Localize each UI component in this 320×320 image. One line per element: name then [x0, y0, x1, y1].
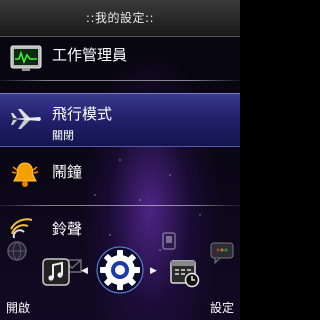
title-bar: ::我的設定::	[0, 0, 240, 37]
chevron-right-icon[interactable]: ▶	[150, 266, 157, 276]
screen: ::我的設定:: 工作管理員 飛行模式 關閉 鬧鐘 鈴聲 ◀ ▶ 開啟 設定	[0, 0, 240, 320]
menu-item-alarm[interactable]: 鬧鐘	[0, 153, 240, 201]
settings-softkey[interactable]: 設定	[210, 299, 234, 316]
divider	[0, 80, 240, 81]
chat-icon[interactable]	[210, 242, 234, 268]
alarm-bell-icon	[10, 159, 40, 193]
task-manager-monitor-icon	[10, 45, 42, 77]
music-icon[interactable]	[42, 258, 70, 290]
flight-mode-status: 關閉	[52, 129, 74, 142]
airplane-icon	[10, 108, 42, 134]
divider	[0, 205, 240, 206]
chevron-left-icon[interactable]: ◀	[81, 266, 88, 276]
globe-icon[interactable]	[6, 240, 28, 266]
open-softkey[interactable]: 開啟	[6, 299, 30, 316]
phone-icon[interactable]	[162, 232, 176, 254]
app-dock: ◀ ▶	[0, 232, 240, 302]
page-title: ::我的設定::	[85, 11, 155, 25]
menu-item-label: 鬧鐘	[52, 163, 83, 181]
menu-item-flight-mode[interactable]: 飛行模式 關閉	[0, 93, 240, 147]
settings-gear-icon[interactable]	[96, 246, 144, 298]
menu-item-label: 工作管理員	[52, 46, 128, 64]
calendar-clock-icon[interactable]	[170, 258, 200, 292]
menu-item-label: 飛行模式	[52, 105, 113, 123]
softkey-bar: 開啟 設定	[0, 296, 240, 320]
